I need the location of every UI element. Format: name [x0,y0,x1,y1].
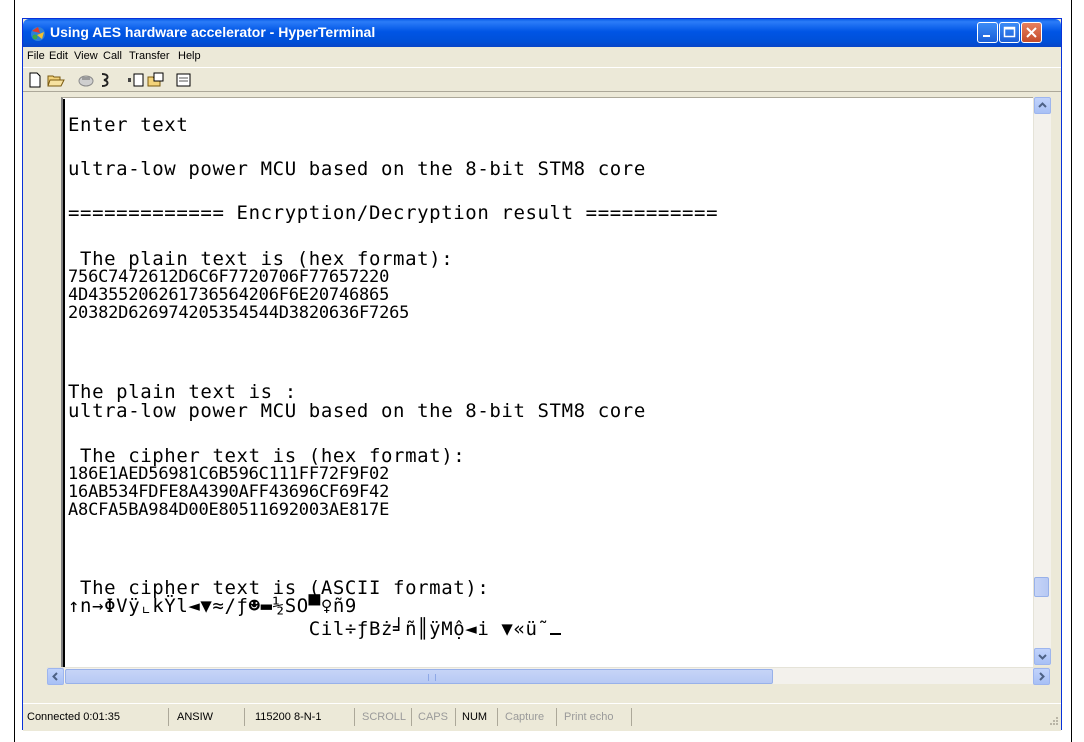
horizontal-scrollbar[interactable] [47,667,1050,685]
status-connected: Connected 0:01:35 [25,708,169,726]
status-scroll: SCROLL [360,708,412,726]
scroll-down-button[interactable] [1034,648,1051,665]
receive-icon[interactable] [147,72,165,88]
menu-file[interactable]: File [27,50,45,62]
maximize-button[interactable] [999,22,1020,43]
terminal-line: Enter text [68,114,189,136]
status-caps: CAPS [416,708,456,726]
terminal-left-border [63,99,65,667]
scroll-right-button[interactable] [1033,668,1050,685]
menu-view[interactable]: View [74,50,98,62]
terminal-line: ↑n→ΦVÿ⌞kŸl◄▼≈/ƒ☻▬½SO▀♀ñ9 [68,595,357,617]
open-folder-icon[interactable] [47,72,65,88]
phone-call-icon[interactable] [77,72,95,88]
terminal-line-with-cursor: Cil÷ƒBż╛ñ║ÿMộ◄i ▼«ü˜ [68,620,561,639]
scroll-left-button[interactable] [47,668,64,685]
status-num: NUM [460,708,498,726]
status-capture: Capture [503,708,557,726]
status-emulation: ANSIW [175,708,245,726]
menu-edit[interactable]: Edit [49,50,68,62]
send-icon[interactable] [127,72,145,88]
menu-help[interactable]: Help [178,50,201,62]
status-bar: Connected 0:01:35 ANSIW 115200 8-N-1 SCR… [23,703,1061,731]
status-print-echo: Print echo [562,708,632,726]
scroll-up-button[interactable] [1034,97,1051,114]
terminal-line: Cil÷ƒBż╛ñ║ÿMộ◄i ▼«ü˜ [68,618,550,640]
title-bar[interactable]: Using AES hardware accelerator - HyperTe… [23,19,1061,47]
scroll-grip [428,674,436,681]
menu-bar: File Edit View Call Transfer Help [23,47,1061,66]
window-title: Using AES hardware accelerator - HyperTe… [50,24,376,40]
figure-frame-right [1071,0,1072,742]
menu-call[interactable]: Call [103,50,122,62]
minimize-button[interactable] [977,22,998,43]
chevron-right-icon [1039,672,1045,681]
menu-transfer[interactable]: Transfer [129,50,170,62]
status-port-settings: 115200 8-N-1 [253,708,355,726]
terminal-line: A8CFA5BA984D00E80511692003AE817E [68,500,390,520]
vertical-scroll-thumb[interactable] [1034,577,1049,597]
chevron-up-icon [1038,102,1047,108]
maximize-icon [1003,26,1016,38]
hyperterminal-window: Using AES hardware accelerator - HyperTe… [22,18,1062,731]
resize-grip-icon[interactable] [1047,716,1059,728]
terminal-line: ============= Encryption/Decryption resu… [68,202,719,224]
text-cursor [549,633,561,635]
chevron-down-icon [1038,654,1047,660]
disconnect-icon[interactable] [97,72,115,88]
horizontal-scroll-thumb[interactable] [65,669,773,684]
properties-icon[interactable] [175,72,193,88]
close-button[interactable] [1021,22,1042,43]
hyperterminal-app-icon[interactable] [29,25,46,42]
new-document-icon[interactable] [27,72,45,88]
minimize-icon [983,35,990,37]
figure-frame-left [14,0,15,742]
terminal-line: ultra-low power MCU based on the 8-bit S… [68,400,646,422]
terminal-line: ultra-low power MCU based on the 8-bit S… [68,158,646,180]
terminal-line: 20382D626974205354544D3820636F7265 [68,303,410,323]
chevron-left-icon [52,672,58,681]
toolbar [23,67,1061,92]
close-icon [1026,27,1037,38]
